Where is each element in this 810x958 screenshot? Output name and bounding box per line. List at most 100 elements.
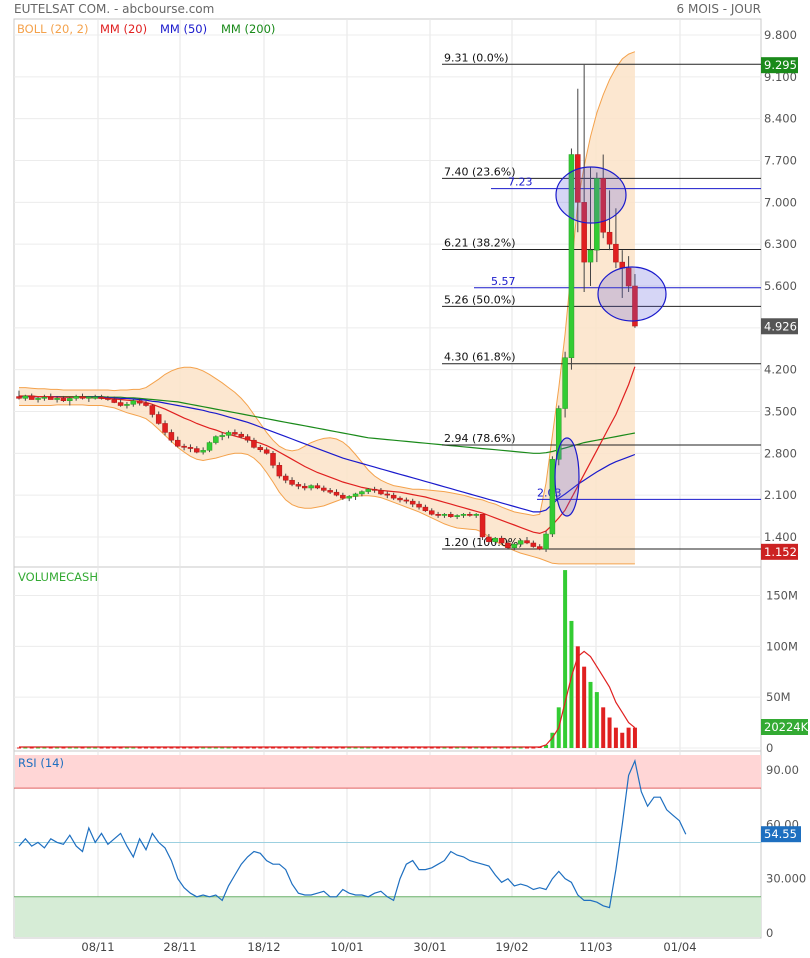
volume-bar [258,747,263,749]
candle [295,484,302,487]
volume-tick-label: 50M [766,690,791,704]
rsi-last-badge: 54.55 [764,827,797,841]
candle [448,514,454,517]
candle [365,488,371,492]
volume-last-badge: 20224K [764,720,809,734]
volume-bar [594,692,599,748]
candle [194,448,200,453]
candle [587,249,594,263]
volume-bar [601,707,606,748]
candle [409,500,416,505]
candle [111,399,117,403]
volume-bar [353,747,358,749]
candle [136,400,143,404]
fibonacci-level-label: 5.26 (50.0%) [444,293,516,306]
candle [460,514,467,516]
candle [473,514,479,516]
candle [397,497,403,501]
candle [41,396,48,399]
volume-bar [563,570,568,748]
price-tick-label: 3.500 [764,405,797,419]
candle [441,514,448,516]
volume-bar [398,747,402,749]
volume-bar [226,747,231,749]
x-tick-label: 28/11 [163,940,196,954]
volume-bar [366,747,371,749]
x-tick-label: 19/02 [495,940,528,954]
volume-bar [80,747,85,749]
volume-bar [150,747,155,749]
candle [429,510,435,515]
volume-bar [48,747,53,749]
volume-bar [251,747,256,749]
chart-period: 6 MOIS - JOUR [677,2,761,16]
volume-bar [359,747,364,749]
volume-bar [505,747,510,749]
candle [327,490,333,493]
candle [346,496,352,499]
volume-bar [17,747,21,749]
candle [92,396,98,399]
candle [530,542,537,547]
candle [467,514,473,516]
volume-bar [404,747,409,749]
volume-tick-label: 0 [766,741,773,755]
volume-bar [309,747,314,749]
candle [511,543,518,549]
price-tick-label: 1.400 [764,530,797,544]
legend-boll: BOLL (20, 2) [17,22,88,36]
volume-bar [417,747,422,749]
volume-bar [620,732,625,748]
candle [613,243,619,263]
candle [340,494,346,499]
volume-bar [448,747,453,749]
volume-bar [194,747,199,749]
candle [384,493,391,496]
volume-bar [277,747,282,749]
candle [124,404,130,406]
volume-bar [499,747,504,749]
candle [244,436,251,441]
volume-bar [112,747,117,749]
candle [492,537,498,543]
volume-bar [480,747,485,749]
volume-bar [302,747,307,749]
volume-bar [518,747,523,749]
candle [232,432,238,435]
price-tick-label: 4.200 [764,363,797,377]
candle [206,442,213,451]
volume-bar [239,747,244,749]
candle [22,395,29,399]
fibonacci-level-label: 9.31 (0.0%) [444,51,509,64]
candle [48,396,54,400]
candle [498,537,505,544]
volume-bar [201,747,206,749]
rsi-tick-label: 0 [766,926,773,940]
volume-bar [582,666,587,748]
candle [403,499,410,502]
volume-bar [182,747,187,749]
volume-bar [328,747,333,749]
volume-bar [264,747,269,749]
legend-mm50: MM (50) [160,22,207,36]
candle [16,396,22,399]
candle [359,491,365,495]
volume-bar [525,747,529,749]
volume-bar [137,747,142,749]
highlight-circle [554,437,580,517]
candle [54,398,60,400]
volume-tick-label: 100M [766,639,798,653]
candle [149,405,156,415]
volume-bar [124,747,129,749]
volume-bar [347,747,352,749]
candle [536,546,543,550]
volume-bar [423,747,428,749]
candle [371,488,378,491]
volume-bar [220,747,225,749]
candle [263,449,270,454]
volume-bar [188,747,193,749]
volume-bar [340,747,345,749]
candle [257,447,264,450]
volume-bar [55,747,60,749]
volume-bar [607,717,612,748]
